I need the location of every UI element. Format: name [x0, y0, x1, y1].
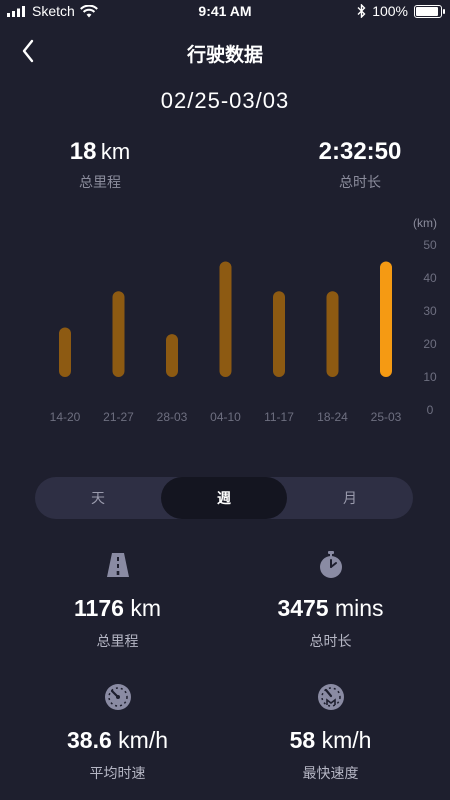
- summary-duration-label: 总时长: [339, 174, 381, 190]
- bar-25-03: [380, 261, 392, 377]
- max-speed-icon: [317, 684, 344, 710]
- y-tick-label: 20: [423, 337, 437, 351]
- weekly-distance-chart: (km) 0 10 20 30 40 50 14-20 21-27 28-03 04-10 11-17…: [50, 216, 437, 424]
- road-icon: [106, 553, 129, 577]
- stat-max-speed: 58 km/h 最快速度: [218, 682, 443, 783]
- stat-avg-speed: 38.6 km/h 平均时速: [5, 682, 230, 783]
- summary-distance-value: 18 km: [69, 138, 131, 165]
- stat-total-time-value: 3475 mins: [277, 595, 384, 621]
- tab-day[interactable]: 天: [35, 477, 161, 519]
- x-tick-label: 04-10: [210, 410, 241, 424]
- battery-percent: 100%: [372, 3, 408, 19]
- summary-duration: 2:32:50 总时长: [260, 138, 450, 192]
- stat-total-time-label: 总时长: [309, 633, 352, 649]
- x-tick-label: 18-24: [317, 410, 348, 424]
- stat-avg-speed-value: 38.6 km/h: [67, 727, 168, 753]
- period-tabs: 天 週 月: [35, 477, 413, 519]
- stat-total-distance: 1176 km 总里程: [5, 550, 230, 651]
- speedometer-icon: [104, 684, 131, 710]
- y-tick-label: 30: [423, 304, 437, 318]
- stat-total-time: 3475 mins 总时长: [218, 550, 443, 651]
- bluetooth-icon: [357, 4, 366, 18]
- bar-04-10: [219, 261, 232, 377]
- stat-avg-speed-label: 平均时速: [89, 765, 146, 781]
- page-title: 行驶数据: [186, 45, 263, 66]
- stat-max-speed-value: 58 km/h: [289, 727, 372, 753]
- x-tick-label: 14-20: [50, 410, 81, 424]
- bar-21-27: [112, 291, 125, 377]
- stat-total-distance-label: 总里程: [96, 633, 139, 649]
- summary-distance-label: 总里程: [79, 174, 121, 190]
- summary-duration-value: 2:32:50: [318, 138, 402, 165]
- tab-week[interactable]: 週: [161, 477, 287, 519]
- x-tick-label: 25-03: [371, 410, 402, 424]
- summary-distance: 18 km 总里程: [0, 138, 200, 192]
- y-tick-label: 40: [423, 271, 437, 285]
- bar-14-20: [59, 327, 71, 377]
- battery-level: [416, 6, 438, 16]
- bar-28-03: [166, 334, 178, 377]
- battery-icon: [414, 4, 445, 18]
- stopwatch-icon: [319, 551, 342, 578]
- stat-total-distance-value: 1176 km: [74, 595, 161, 621]
- x-tick-label: 11-17: [264, 410, 294, 424]
- status-bar: Sketch 9:41 AM 100%: [0, 0, 450, 24]
- x-tick-label: 28-03: [157, 410, 188, 424]
- y-axis-unit: (km): [413, 216, 437, 230]
- bar-11-17: [273, 291, 285, 377]
- y-tick-label: 0: [427, 403, 434, 417]
- y-tick-label: 10: [423, 370, 437, 384]
- nav-bar: 行驶数据: [0, 34, 450, 70]
- tab-month[interactable]: 月: [287, 477, 413, 519]
- bar-18-24: [326, 291, 339, 377]
- date-range: 02/25-03/03: [160, 88, 290, 113]
- y-tick-label: 50: [423, 238, 437, 252]
- status-right: 100%: [357, 3, 445, 19]
- x-tick-label: 21-27: [103, 410, 134, 424]
- stat-max-speed-label: 最快速度: [302, 765, 359, 781]
